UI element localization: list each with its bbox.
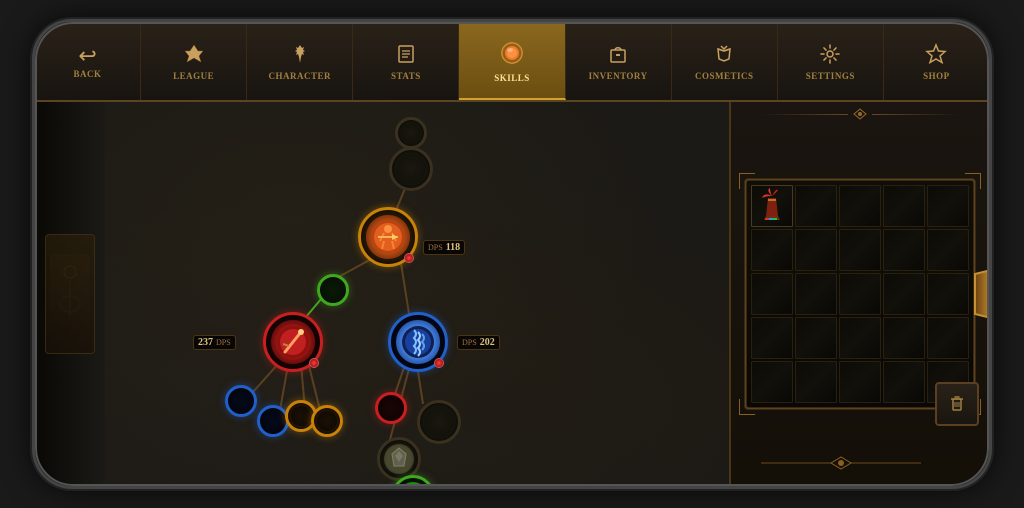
inventory-cell-4-3[interactable]	[883, 361, 925, 403]
nav-label-settings: Settings	[806, 71, 855, 81]
game-screen: ↩ Back League Character	[35, 22, 989, 486]
nav-item-league[interactable]: League	[141, 22, 247, 100]
inventory-grid	[751, 185, 969, 403]
dps-value-3: 202	[480, 337, 495, 348]
inventory-grid-container	[745, 179, 975, 409]
dps-label-118: DPS 118	[423, 240, 465, 255]
inventory-cell-0-0[interactable]	[751, 185, 793, 227]
stats-icon	[395, 43, 417, 69]
dps-value-2: 237	[198, 337, 213, 348]
nav-item-character[interactable]: Character	[247, 22, 353, 100]
nav-item-inventory[interactable]: Inventory	[566, 22, 672, 100]
nav-label-back: Back	[74, 69, 102, 79]
dps-label-237: 237 DPS	[193, 335, 236, 350]
dps-value-1: 118	[446, 242, 460, 253]
nav-label-shop: Shop	[923, 71, 950, 81]
skill-node-small-gold-2[interactable]	[311, 405, 343, 437]
inventory-cell-4-0[interactable]	[751, 361, 793, 403]
inventory-cell-4-2[interactable]	[839, 361, 881, 403]
nav-item-shop[interactable]: Shop	[884, 22, 989, 100]
left-decoration	[45, 234, 95, 354]
inventory-cell-3-4[interactable]	[927, 317, 969, 359]
nav-item-back[interactable]: ↩ Back	[35, 22, 141, 100]
shop-icon	[925, 43, 947, 69]
skill-node-slash[interactable]	[263, 312, 323, 372]
skill-node-small-blue-1[interactable]	[225, 385, 257, 417]
inventory-cell-2-2[interactable]	[839, 273, 881, 315]
item-boots	[754, 188, 790, 224]
dps-text-1: DPS	[428, 243, 443, 252]
trash-button[interactable]	[935, 382, 979, 426]
skill-node-small-red[interactable]	[375, 392, 407, 424]
skill-node-arrow[interactable]	[358, 207, 418, 267]
skills-icon	[498, 39, 526, 71]
gem-dot-red-3	[434, 358, 444, 368]
skill-node-upper-mid[interactable]	[389, 147, 433, 191]
character-icon	[289, 43, 311, 69]
gem-dot-red	[404, 253, 414, 263]
inventory-panel	[729, 102, 989, 486]
gem-dot-red-2	[309, 358, 319, 368]
inventory-cell-0-3[interactable]	[883, 185, 925, 227]
left-panel	[35, 102, 105, 486]
inventory-cell-0-4[interactable]	[927, 185, 969, 227]
inventory-cell-1-1[interactable]	[795, 229, 837, 271]
inventory-cell-2-1[interactable]	[795, 273, 837, 315]
side-button-right	[990, 208, 992, 268]
phone-frame: ↩ Back League Character	[32, 19, 992, 489]
top-ornament	[760, 108, 960, 120]
skills-area: DPS 118	[105, 102, 729, 486]
next-page-button[interactable]	[971, 268, 989, 320]
league-icon	[183, 43, 205, 69]
nav-label-stats: Stats	[391, 71, 421, 81]
inventory-cell-3-3[interactable]	[883, 317, 925, 359]
nav-label-skills: Skills	[494, 73, 530, 83]
skill-node-small-blue-2[interactable]	[257, 405, 289, 437]
dps-label-202: DPS 202	[457, 335, 500, 350]
inventory-cell-3-0[interactable]	[751, 317, 793, 359]
skill-node-water[interactable]	[388, 312, 448, 372]
inventory-icon	[607, 43, 629, 69]
bottom-ornament	[743, 454, 939, 472]
inventory-cell-2-4[interactable]	[927, 273, 969, 315]
skill-node-green1[interactable]	[317, 274, 349, 306]
settings-icon	[819, 43, 841, 69]
nav-label-inventory: Inventory	[589, 71, 648, 81]
side-button-left	[32, 208, 34, 248]
inventory-cell-4-1[interactable]	[795, 361, 837, 403]
skill-node-small-dark[interactable]	[417, 400, 461, 444]
back-icon: ↩	[78, 45, 96, 67]
inventory-cell-1-4[interactable]	[927, 229, 969, 271]
skill-node-top[interactable]	[395, 117, 427, 149]
inventory-cell-0-2[interactable]	[839, 185, 881, 227]
nav-item-stats[interactable]: Stats	[353, 22, 459, 100]
nav-label-character: Character	[269, 71, 332, 81]
inventory-cell-1-3[interactable]	[883, 229, 925, 271]
nav-item-settings[interactable]: Settings	[778, 22, 884, 100]
dps-text-3: DPS	[462, 338, 477, 347]
inventory-cell-1-0[interactable]	[751, 229, 793, 271]
inventory-cell-3-2[interactable]	[839, 317, 881, 359]
dps-text-2: DPS	[216, 338, 231, 347]
inventory-cell-0-1[interactable]	[795, 185, 837, 227]
nav-label-cosmetics: Cosmetics	[695, 71, 754, 81]
nav-item-cosmetics[interactable]: Cosmetics	[672, 22, 778, 100]
inventory-cell-2-3[interactable]	[883, 273, 925, 315]
nav-bar: ↩ Back League Character	[35, 22, 989, 102]
inventory-cell-1-2[interactable]	[839, 229, 881, 271]
nav-item-skills[interactable]: Skills	[459, 22, 565, 100]
inventory-cell-3-1[interactable]	[795, 317, 837, 359]
inventory-cell-2-0[interactable]	[751, 273, 793, 315]
cosmetics-icon	[713, 43, 735, 69]
nav-label-league: League	[173, 71, 214, 81]
main-content: DPS 118	[35, 102, 989, 486]
